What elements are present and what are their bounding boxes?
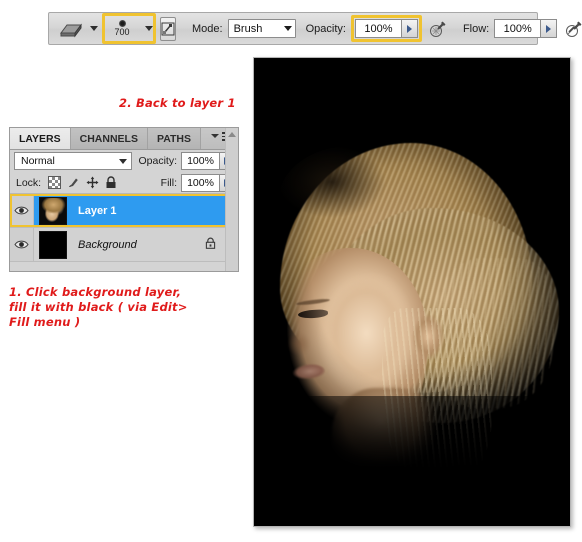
flow-spinner-button[interactable] <box>540 19 558 38</box>
background-visibility-toggle[interactable] <box>10 228 34 261</box>
eraser-icon <box>60 23 82 37</box>
opacity-value: 100% <box>364 22 393 35</box>
airbrush-icon <box>429 21 446 37</box>
chevron-down-icon <box>119 158 128 164</box>
opacity-spinner-button[interactable] <box>400 19 418 38</box>
lock-row: Lock: Fill: 100% <box>10 172 238 194</box>
chevron-down-icon <box>211 134 219 139</box>
lock-icon <box>205 237 216 249</box>
panel-opacity-value: 100% <box>187 155 214 167</box>
tablet-pressure-icon <box>566 21 582 37</box>
mode-label: Mode: <box>192 22 223 35</box>
opacity-label: Opacity: <box>305 22 346 35</box>
lock-transparent-pixels-icon[interactable] <box>48 176 62 189</box>
layer-row-background[interactable]: Background <box>10 228 238 262</box>
layer-list-scrollbar[interactable] <box>225 128 238 271</box>
layer-list: Layer 1 Background <box>10 128 238 271</box>
brush-preview: 700 <box>105 20 139 37</box>
blend-mode-select[interactable]: Normal <box>14 152 133 170</box>
flow-label: Flow: <box>462 22 490 35</box>
blend-mode-value: Normal <box>21 155 55 167</box>
background-name: Background <box>78 238 137 251</box>
chevron-down-icon <box>283 26 292 31</box>
annotation-step-2: 2. Back to layer 1 <box>119 96 236 110</box>
opacity-field-group[interactable]: 100% <box>354 19 418 38</box>
background-lock-badge <box>205 236 216 254</box>
tool-options-bar: 700 Mode: Brush Opacity: 100% Flow: 100% <box>48 12 582 45</box>
annotation-step-1: 1. Click background layer, fill it with … <box>9 285 188 329</box>
lock-image-pixels-icon[interactable] <box>67 176 80 189</box>
tab-channels-label: CHANNELS <box>79 132 138 145</box>
opacity-field-highlight: 100% <box>350 15 422 42</box>
layer1-thumbnail[interactable] <box>39 196 67 225</box>
opacity-input[interactable]: 100% <box>354 19 401 38</box>
tab-layers[interactable]: LAYERS <box>10 128 71 149</box>
layer1-visibility-toggle[interactable] <box>10 194 34 227</box>
flow-value: 100% <box>503 22 532 35</box>
triangle-right-icon <box>406 24 412 33</box>
blend-mode-row: Normal Opacity: 100% <box>10 150 238 172</box>
chevron-down-icon[interactable] <box>145 26 153 31</box>
eye-icon <box>14 206 29 215</box>
fill-label: Fill: <box>160 176 177 189</box>
image-canvas[interactable]: 3. Use Eraser tool to get rid of unwante… <box>253 57 571 527</box>
lock-position-icon[interactable] <box>86 176 99 189</box>
brush-size-label: 700 <box>114 27 130 37</box>
toggle-brush-panel-icon <box>161 22 175 35</box>
layer1-name: Layer 1 <box>78 204 117 217</box>
triangle-up-icon[interactable] <box>228 132 236 137</box>
layers-panel: LAYERS CHANNELS PATHS Normal Opacity: 10… <box>9 127 239 272</box>
shoulder-shadow <box>254 396 570 526</box>
hair-strands-back <box>434 258 554 408</box>
opacity-pressure-button[interactable] <box>429 20 447 38</box>
background-thumbnail[interactable] <box>39 230 67 259</box>
portrait-image <box>254 58 570 526</box>
flow-input[interactable]: 100% <box>494 19 541 38</box>
lock-label: Lock: <box>16 176 42 189</box>
tab-paths[interactable]: PATHS <box>147 128 202 149</box>
fill-value: 100% <box>187 176 214 189</box>
mode-select[interactable]: Brush <box>227 19 296 38</box>
tab-paths-label: PATHS <box>156 132 192 145</box>
triangle-right-icon <box>546 24 552 33</box>
tab-channels[interactable]: CHANNELS <box>70 128 148 149</box>
lock-buttons <box>48 176 117 189</box>
tab-layers-label: LAYERS <box>19 132 61 145</box>
lock-all-icon[interactable] <box>105 176 117 189</box>
chevron-down-icon[interactable] <box>90 26 98 31</box>
eraser-tool-preset[interactable] <box>56 20 100 38</box>
portrait-thumbnail <box>40 197 66 224</box>
flow-field-group[interactable]: 100% <box>494 19 558 38</box>
fill-input[interactable]: 100% <box>181 173 219 192</box>
panel-opacity-label: Opacity: <box>138 155 177 167</box>
soft-round-brush-icon <box>118 20 126 27</box>
panel-tab-bar: LAYERS CHANNELS PATHS <box>10 128 238 150</box>
brush-preset-picker[interactable]: 700 <box>102 13 156 44</box>
nose-shadow <box>282 330 310 358</box>
mode-value: Brush <box>233 22 263 35</box>
panel-opacity-input[interactable]: 100% <box>181 152 219 170</box>
toggle-brush-panel-button[interactable] <box>160 16 176 41</box>
layer-row-layer1[interactable]: Layer 1 <box>10 194 238 228</box>
tablet-pressure-button[interactable] <box>565 20 582 38</box>
eye-icon <box>14 240 29 249</box>
hair-dark-roots <box>278 146 398 226</box>
